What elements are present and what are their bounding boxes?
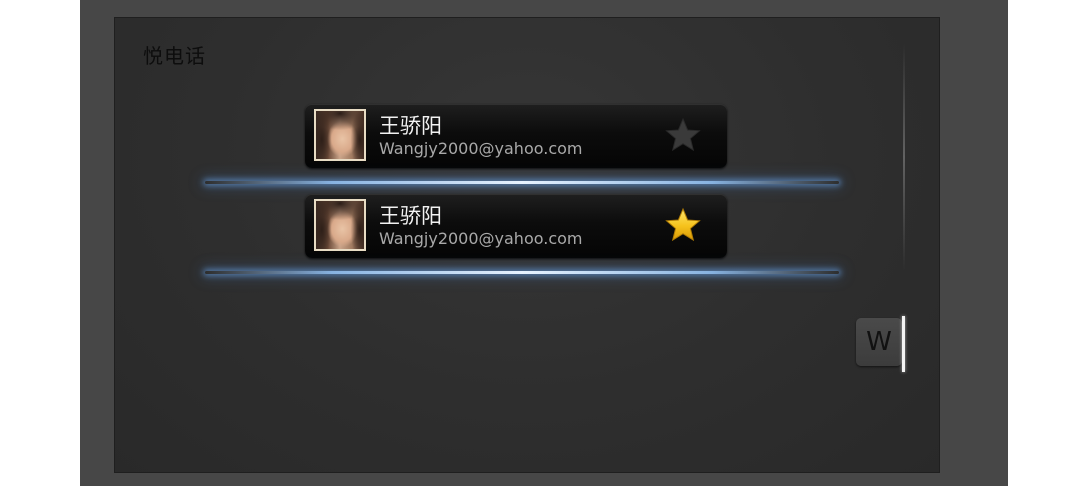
contact-avatar <box>314 109 366 161</box>
index-letter-popup: W <box>856 318 902 366</box>
contact-card[interactable]: 王骄阳 Wangjy2000@yahoo.com <box>305 104 727 168</box>
contact-name: 王骄阳 <box>379 204 442 228</box>
contact-email: Wangjy2000@yahoo.com <box>379 139 583 158</box>
fast-scroll-track[interactable] <box>903 44 905 270</box>
app-screen: 悦电话 王骄阳 Wangjy2000@yahoo.com 王骄阳 Wangjy2… <box>114 17 940 473</box>
star-filled-icon[interactable] <box>665 207 701 243</box>
contact-name: 王骄阳 <box>379 114 442 138</box>
star-outline-icon[interactable] <box>665 117 701 153</box>
contact-avatar <box>314 199 366 251</box>
contact-email: Wangjy2000@yahoo.com <box>379 229 583 248</box>
divider-glow <box>205 271 839 274</box>
divider-glow <box>205 181 839 184</box>
app-title: 悦电话 <box>143 44 206 68</box>
fast-scroll-thumb[interactable] <box>902 316 905 372</box>
contact-card[interactable]: 王骄阳 Wangjy2000@yahoo.com <box>305 194 727 258</box>
